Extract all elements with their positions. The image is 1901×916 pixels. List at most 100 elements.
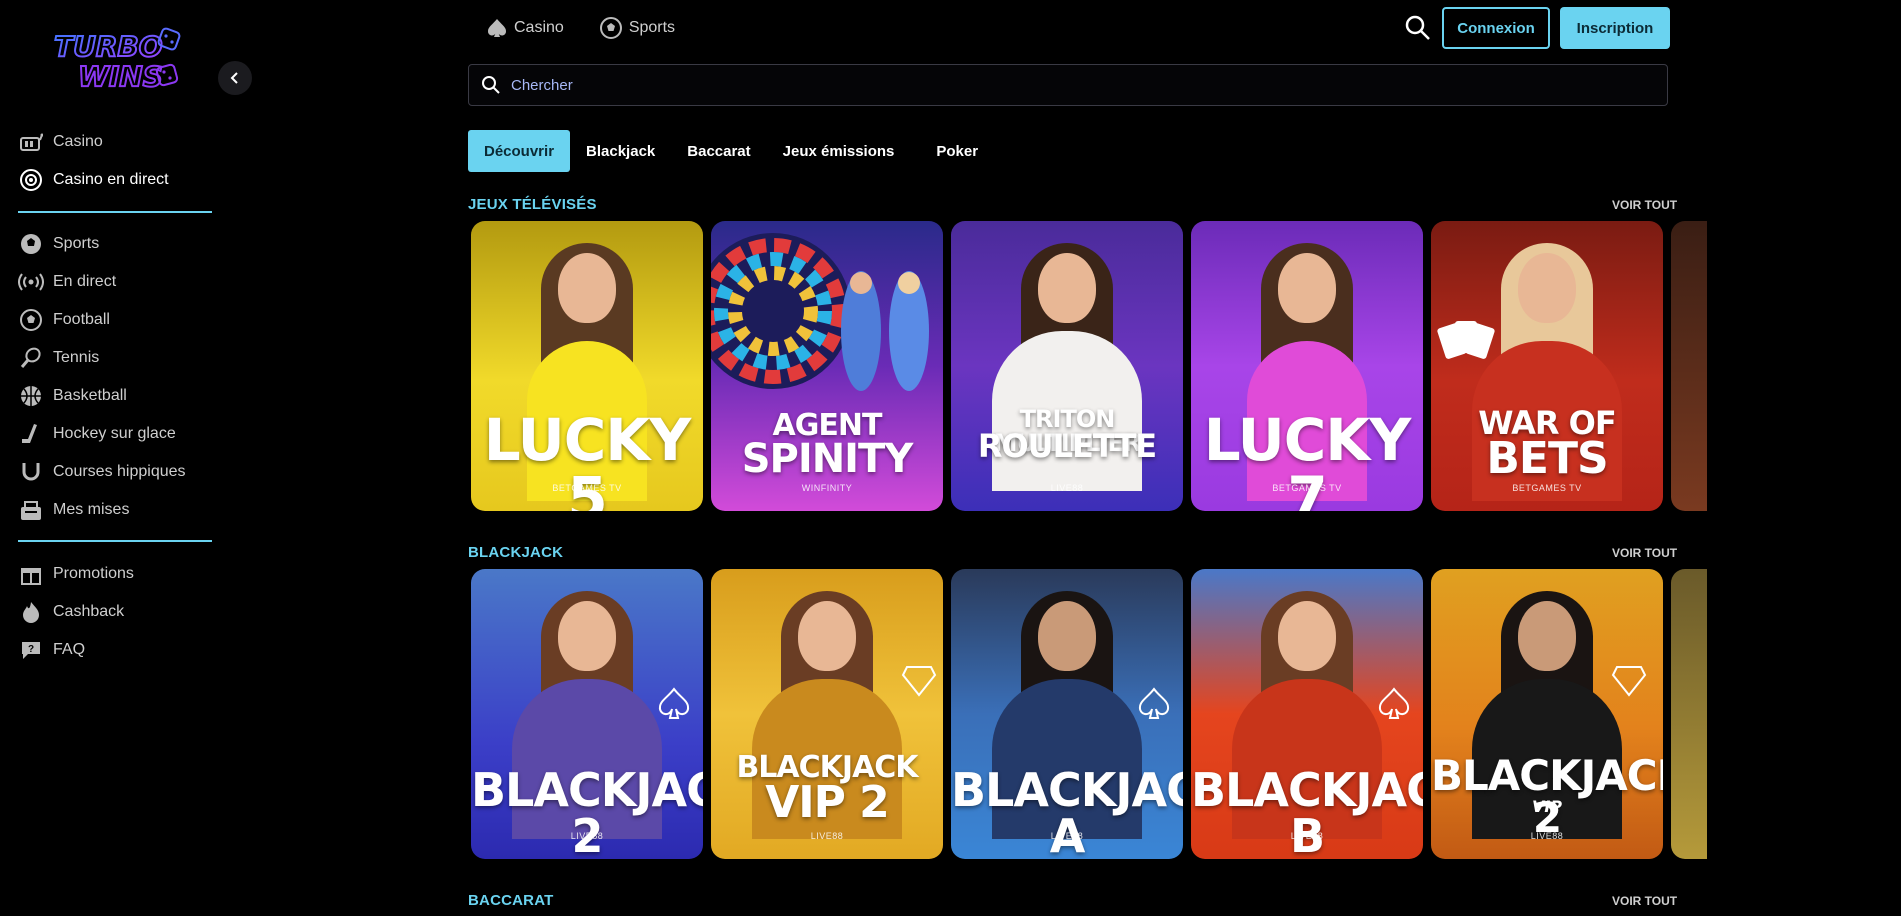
sidebar-item-hockey[interactable]: Hockey sur glace	[18, 415, 212, 453]
card-artwork	[798, 601, 856, 671]
game-card[interactable]: WAR OF BETS BETGAMES TV	[1431, 221, 1663, 511]
sidebar-item-label: Cashback	[53, 603, 125, 620]
game-provider: LIVE88	[810, 831, 844, 841]
game-card[interactable]: BLACKJACK 2 VIP LIVE88	[1431, 569, 1663, 859]
game-card[interactable]	[1671, 569, 1707, 859]
game-provider: WINFINITY	[801, 483, 853, 493]
game-card[interactable]: LUCKY 7 BETGAMES TV	[1191, 221, 1423, 511]
sports-icon	[18, 231, 44, 257]
sidebar-item-sports[interactable]: Sports	[18, 225, 212, 263]
search-input[interactable]: Chercher	[468, 64, 1668, 106]
game-card[interactable]: BLACKJACK 2 LIVE88	[471, 569, 703, 859]
hockey-icon	[18, 421, 44, 447]
game-title: VIP 2	[765, 777, 890, 828]
faq-icon: ?	[18, 637, 44, 663]
sidebar-item-promotions[interactable]: Promotions	[18, 555, 212, 593]
game-provider: LIVE88	[1050, 483, 1084, 493]
card-artwork	[558, 601, 616, 671]
game-title: BETS	[1486, 433, 1608, 484]
sidebar-item-football[interactable]: Football	[18, 301, 212, 339]
card-artwork	[711, 233, 929, 391]
game-card[interactable]: BLACKJACK A LIVE88	[951, 569, 1183, 859]
sidebar-item-label: En direct	[53, 273, 117, 290]
sidebar-item-label: Football	[53, 311, 110, 328]
sidebar-item-label: Promotions	[53, 565, 134, 582]
card-artwork	[1518, 601, 1576, 671]
search-icon	[1405, 15, 1430, 40]
game-card[interactable]: AGENT SPINITY WINFINITY	[711, 221, 943, 511]
sidebar-group-sports: Sports En direct Football Tennis Basketb…	[18, 225, 212, 529]
game-card[interactable]	[1671, 221, 1707, 511]
collapse-sidebar-button[interactable]	[218, 61, 252, 95]
sidebar-item-label: Mes mises	[53, 501, 130, 518]
sidebar-divider	[18, 540, 212, 542]
game-title: LUCKY 7	[1203, 406, 1412, 511]
sidebar-item-tennis[interactable]: Tennis	[18, 339, 212, 377]
spade-icon	[487, 19, 507, 37]
svg-text:?: ?	[28, 644, 34, 655]
see-all-link[interactable]: VOIR TOUT	[1612, 546, 1677, 560]
sidebar-item-horse-racing[interactable]: Courses hippiques	[18, 453, 212, 491]
live-casino-icon	[18, 167, 44, 193]
sidebar-item-casino[interactable]: Casino	[18, 123, 212, 161]
search-toggle-button[interactable]	[1404, 14, 1432, 42]
gift-icon	[18, 561, 44, 587]
game-card[interactable]: BLACKJACK B LIVE88	[1191, 569, 1423, 859]
casino-icon	[18, 129, 44, 155]
sidebar-group-extras: Promotions Cashback ? FAQ	[18, 555, 212, 669]
top-nav-casino-label: Casino	[514, 19, 564, 36]
game-title: SPINITY	[741, 436, 914, 482]
svg-text:WINS: WINS	[78, 60, 163, 93]
register-button[interactable]: Inscription	[1560, 7, 1670, 49]
sidebar-item-label: Casino	[53, 133, 103, 150]
game-card[interactable]: LUCKY 5 BETGAMES TV	[471, 221, 703, 511]
search-icon	[482, 76, 500, 94]
sidebar-item-faq[interactable]: ? FAQ	[18, 631, 212, 669]
sidebar-divider	[18, 211, 212, 213]
game-card[interactable]: BLACKJACK VIP 2 LIVE88	[711, 569, 943, 859]
game-card[interactable]: TRITON MULTIPLIER ROULETTE LIVE88	[951, 221, 1183, 511]
football-icon	[18, 307, 44, 333]
sidebar-item-label: FAQ	[53, 641, 86, 658]
game-provider: LIVE88	[1530, 831, 1564, 841]
top-nav: Casino Sports	[487, 14, 675, 42]
card-artwork	[558, 253, 616, 323]
sidebar: TURBO WINS Casino Casino en direct Sport…	[0, 0, 252, 916]
top-nav-casino[interactable]: Casino	[487, 14, 564, 42]
sidebar-item-basketball[interactable]: Basketball	[18, 377, 212, 415]
tab-poker[interactable]: Poker	[920, 130, 994, 172]
tab-game-shows[interactable]: Jeux émissions	[767, 130, 911, 172]
card-artwork	[1038, 601, 1096, 671]
sidebar-item-cashback[interactable]: Cashback	[18, 593, 212, 631]
spade-21-icon	[658, 687, 690, 719]
game-title: LUCKY 5	[483, 406, 692, 511]
diamond-icon	[1611, 666, 1647, 697]
chevron-left-icon	[230, 72, 238, 84]
sidebar-item-live[interactable]: En direct	[18, 263, 212, 301]
blackjack-row: BLACKJACK 2 LIVE88 BLACKJACK VIP 2 LIVE8…	[471, 569, 1707, 859]
see-all-link[interactable]: VOIR TOUT	[1612, 894, 1677, 908]
game-title: ROULETTE	[977, 427, 1157, 465]
soccer-ball-icon	[599, 17, 622, 39]
game-provider: BETGAMES TV	[552, 483, 622, 493]
login-button[interactable]: Connexion	[1442, 7, 1550, 49]
sidebar-item-label: Sports	[53, 235, 100, 252]
section-title: BLACKJACK	[468, 544, 564, 561]
tab-baccarat[interactable]: Baccarat	[671, 130, 766, 172]
tab-blackjack[interactable]: Blackjack	[570, 130, 671, 172]
sidebar-item-label: Tennis	[53, 349, 100, 366]
tab-discover[interactable]: Découvrir	[468, 130, 571, 172]
sidebar-item-my-bets[interactable]: Mes mises	[18, 491, 212, 529]
see-all-link[interactable]: VOIR TOUT	[1612, 198, 1677, 212]
card-artwork	[1278, 253, 1336, 323]
top-nav-sports[interactable]: Sports	[599, 14, 675, 42]
card-artwork	[1038, 253, 1096, 323]
game-title: BLACKJACK A	[951, 763, 1183, 859]
diamond-icon	[901, 666, 937, 697]
section-title: BACCARAT	[468, 892, 554, 909]
sidebar-item-live-casino[interactable]: Casino en direct	[18, 161, 212, 199]
svg-text:TURBO: TURBO	[54, 30, 163, 63]
tennis-icon	[18, 345, 44, 371]
turbo-wins-logo[interactable]: TURBO WINS	[48, 22, 183, 94]
sidebar-item-label: Casino en direct	[53, 171, 169, 188]
